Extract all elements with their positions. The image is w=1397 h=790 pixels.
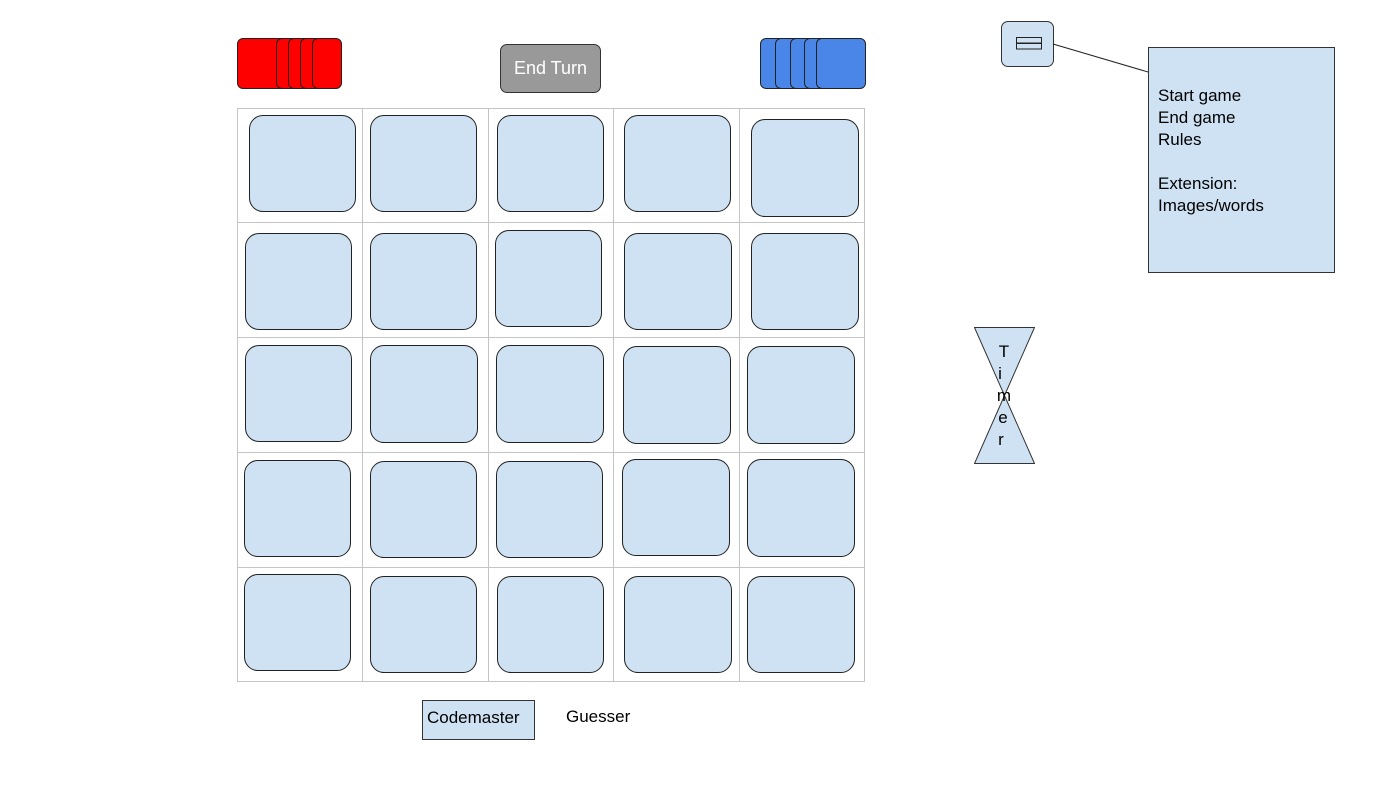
board-card[interactable] xyxy=(497,115,604,212)
menu-item-rules[interactable]: Rules xyxy=(1158,129,1325,151)
menu-connector-line xyxy=(1052,43,1149,73)
timer: T i m e r xyxy=(974,327,1035,464)
board-gridline xyxy=(739,108,740,682)
board-gridline xyxy=(488,108,489,682)
blue-team-card xyxy=(816,38,866,89)
board-card[interactable] xyxy=(624,233,732,330)
board-gridline xyxy=(362,108,363,682)
menu-item-end-game[interactable]: End game xyxy=(1158,107,1325,129)
board-card[interactable] xyxy=(245,345,352,442)
board-card[interactable] xyxy=(496,345,604,443)
menu-spacer xyxy=(1158,151,1325,173)
role-codemaster-button[interactable]: Codemaster xyxy=(422,700,535,740)
timer-label-letter: e xyxy=(998,408,1008,427)
role-guesser-button[interactable]: Guesser xyxy=(566,707,630,727)
board-gridline xyxy=(237,222,865,223)
board-card[interactable] xyxy=(245,233,352,330)
board-card[interactable] xyxy=(497,576,604,673)
menu-item-start-game[interactable]: Start game xyxy=(1158,85,1325,107)
board-card[interactable] xyxy=(249,115,356,212)
menu-panel: Start game End game Rules Extension: Ima… xyxy=(1148,47,1335,273)
board-card[interactable] xyxy=(624,115,731,212)
menu-extension-heading: Extension: xyxy=(1158,174,1238,193)
board-gridline xyxy=(237,567,865,568)
red-team-card xyxy=(312,38,342,89)
menu-item-images-words[interactable]: Images/words xyxy=(1158,195,1325,217)
board-card[interactable] xyxy=(244,574,351,671)
hamburger-menu-icon xyxy=(1016,37,1042,50)
timer-label-letter: T xyxy=(998,342,1010,361)
board-card[interactable] xyxy=(370,115,477,212)
end-turn-button[interactable]: End Turn xyxy=(500,44,601,93)
board-card[interactable] xyxy=(747,346,855,444)
board-card[interactable] xyxy=(370,461,477,558)
menu-button[interactable] xyxy=(1001,21,1054,67)
board-gridline xyxy=(237,452,865,453)
board-card[interactable] xyxy=(751,119,859,217)
board-card[interactable] xyxy=(623,346,731,444)
board-gridline xyxy=(613,108,614,682)
board-card[interactable] xyxy=(495,230,602,327)
timer-label-letter: r xyxy=(998,430,1004,449)
board-card[interactable] xyxy=(370,345,478,443)
board-card[interactable] xyxy=(624,576,732,673)
board-card[interactable] xyxy=(747,459,855,557)
board-card[interactable] xyxy=(496,461,603,558)
board-card[interactable] xyxy=(747,576,855,673)
board-card[interactable] xyxy=(244,460,351,557)
board-gridline xyxy=(237,337,865,338)
board-card[interactable] xyxy=(751,233,859,330)
board-card[interactable] xyxy=(370,233,477,330)
board-card[interactable] xyxy=(622,459,730,556)
timer-label-letter: m xyxy=(996,386,1012,405)
timer-label-letter: i xyxy=(998,364,1002,383)
board-card[interactable] xyxy=(370,576,477,673)
